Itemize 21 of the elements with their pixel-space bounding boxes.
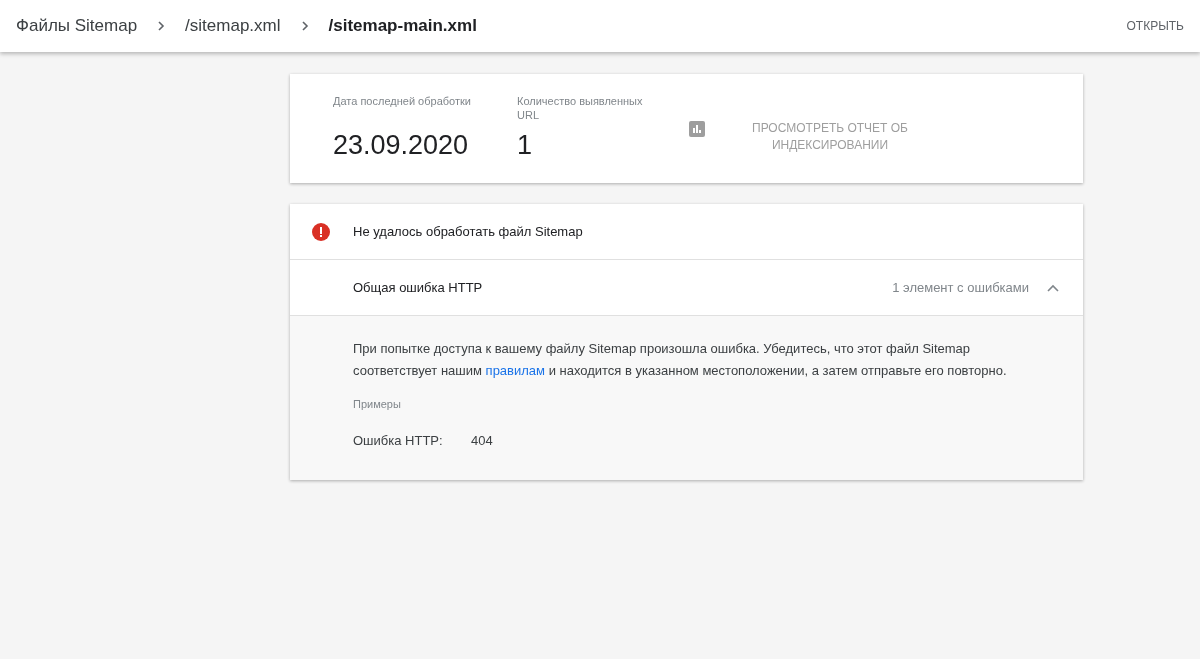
chevron-icon[interactable] bbox=[1047, 283, 1059, 292]
breadcrumb-link[interactable]: Файлы Sitemap bbox=[16, 13, 138, 39]
breadcrumb-link[interactable]: /sitemap-main.xml bbox=[328, 13, 477, 39]
stat-value: 23.09.2020 bbox=[333, 129, 470, 162]
bar-chart-icon bbox=[689, 121, 705, 137]
error-description: При попытке доступа к вашему файлу Sitemap произошла ошибка. Убедитесь, что этот файл Sitemap соответствует нашим правилам и находится в указанном местоположении, а затем отправьте его повторно. bbox=[353, 340, 1008, 380]
stat-value: 1 bbox=[517, 129, 534, 162]
status-message: Не удалось обработать файл Sitemap bbox=[353, 222, 583, 241]
examples-label: Примеры bbox=[353, 397, 402, 412]
stat-label: Количество выявленных URL bbox=[517, 94, 644, 122]
example-value: 404 bbox=[471, 431, 493, 450]
error-title: Общая ошибка HTTP bbox=[353, 278, 484, 297]
breadcrumb-link[interactable]: /sitemap.xml bbox=[185, 13, 281, 39]
stat-label: Дата последней обработки bbox=[333, 94, 472, 109]
chevron-right-icon bbox=[300, 20, 309, 32]
rules-link[interactable]: правилам bbox=[485, 363, 545, 378]
error-count: 1 элемент с ошибками bbox=[892, 278, 1029, 297]
example-label: Ошибка HTTP: bbox=[353, 431, 444, 450]
error-icon bbox=[312, 222, 330, 241]
open-button[interactable]: ОТКРЫТЬ bbox=[1122, 9, 1188, 43]
chevron-right-icon bbox=[157, 20, 166, 32]
